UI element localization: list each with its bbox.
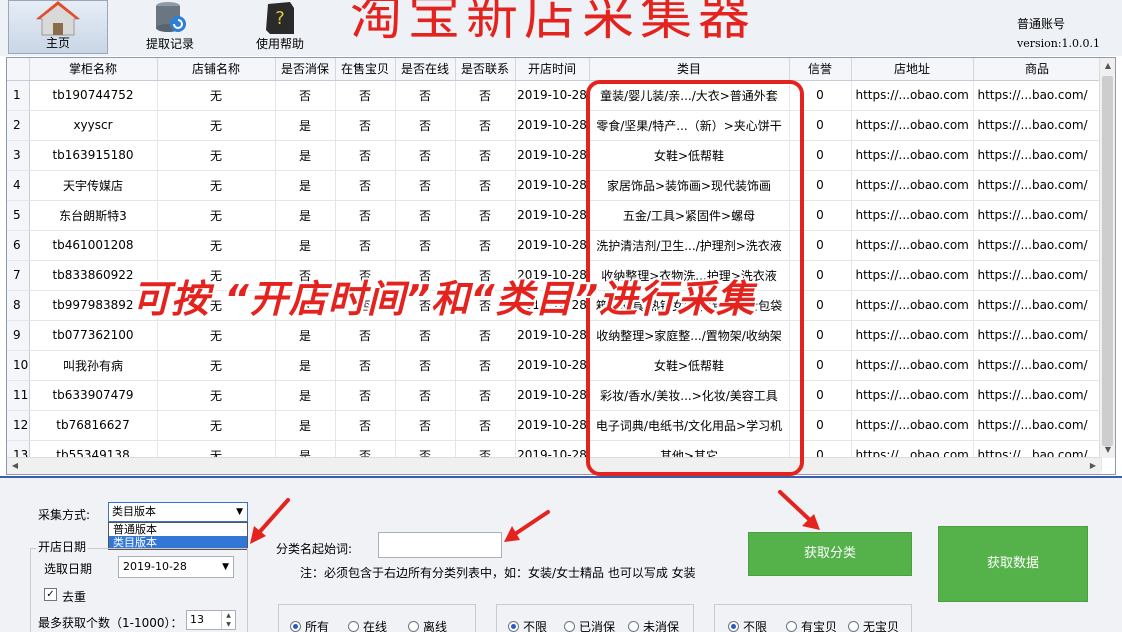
- arrow-icon: [778, 490, 820, 530]
- guide-arrows: [250, 490, 820, 544]
- arrow-icon: [504, 510, 550, 542]
- arrow-icon: [250, 498, 290, 544]
